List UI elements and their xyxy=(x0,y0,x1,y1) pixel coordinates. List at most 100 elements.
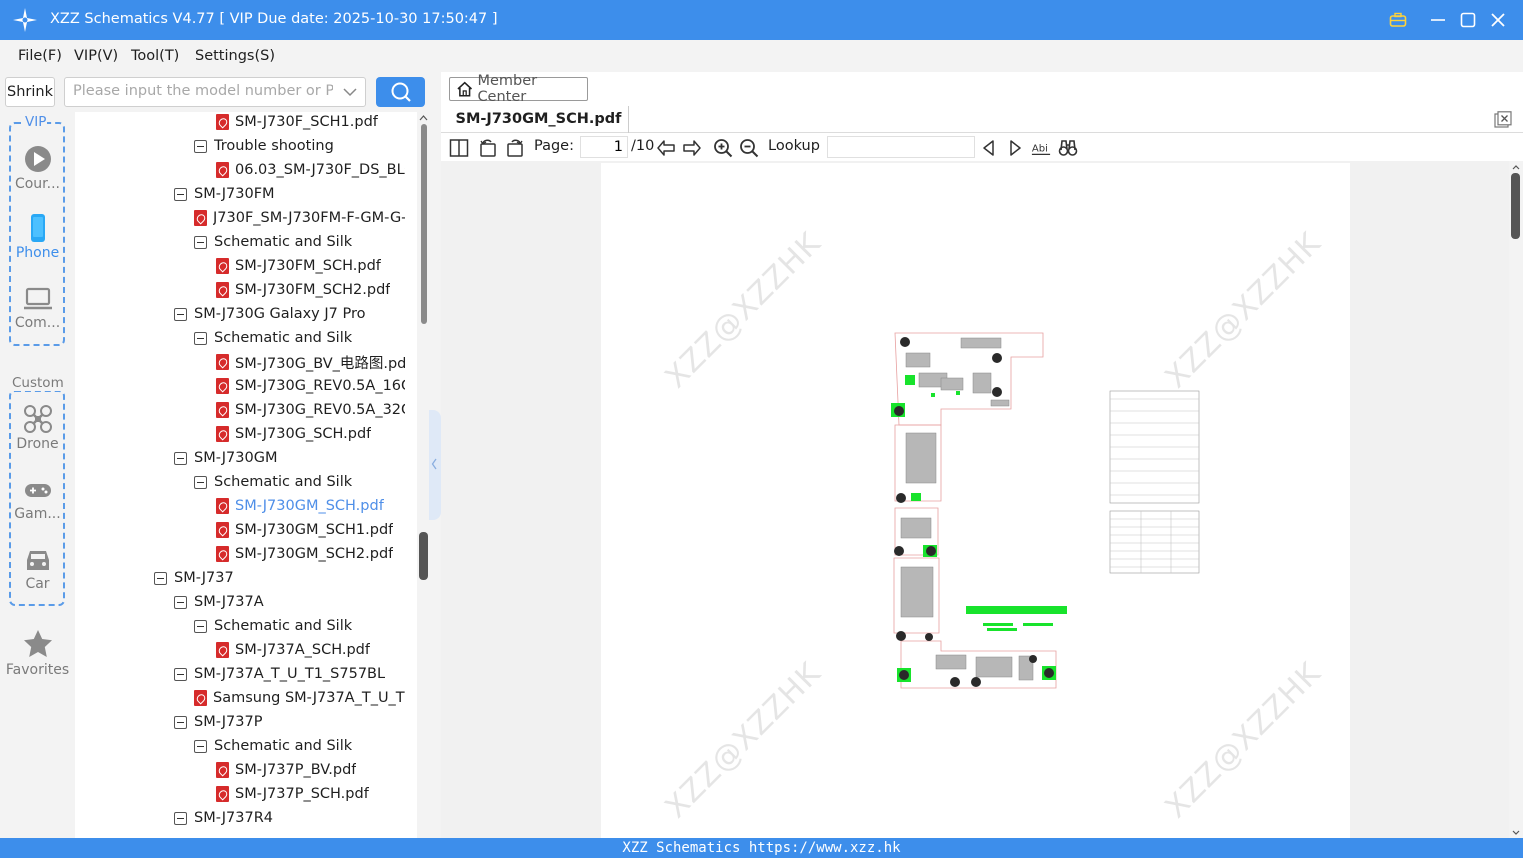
previous-page-icon[interactable] xyxy=(656,138,676,158)
collapse-toggle-icon[interactable] xyxy=(154,571,167,585)
search-input[interactable] xyxy=(73,83,333,99)
tree-folder-row[interactable]: SM-J737A_T_U_T1_S757BL xyxy=(174,662,405,686)
scroll-down-icon[interactable] xyxy=(1512,829,1520,836)
tree-folder-row[interactable]: SM-J737P xyxy=(174,710,405,734)
pdf-file-icon xyxy=(216,426,229,442)
collapse-panel-tab[interactable] xyxy=(429,410,441,520)
viewer-scrollbar-thumb[interactable] xyxy=(1511,173,1520,239)
two-page-view-icon[interactable] xyxy=(449,138,469,158)
shrink-button[interactable]: Shrink xyxy=(5,77,55,107)
briefcase-icon[interactable] xyxy=(1386,8,1410,32)
tree-scrollbar-thumb[interactable] xyxy=(421,124,427,324)
tree-folder-row[interactable]: SM-J737R4 xyxy=(174,806,405,830)
scroll-up-icon[interactable] xyxy=(1512,164,1520,171)
tree-file-row[interactable]: Samsung SM-J737A_T_U_T1_ xyxy=(194,686,405,710)
member-center-button[interactable]: Member Center xyxy=(449,73,588,105)
collapse-toggle-icon[interactable] xyxy=(174,811,187,825)
page-number-input[interactable] xyxy=(580,136,628,158)
menu-settings[interactable]: Settings(S) xyxy=(195,48,275,64)
tree-file-row[interactable]: SM-J730F_SCH1.pdf xyxy=(216,112,405,134)
rail-item-computer[interactable]: Com... xyxy=(0,285,75,331)
tree-scrollbar-thumb-secondary[interactable] xyxy=(419,532,428,580)
model-search-box[interactable] xyxy=(64,77,366,107)
tree-file-row[interactable]: 06.03_SM-J730F_DS_BLOCK xyxy=(216,158,405,182)
collapse-toggle-icon[interactable] xyxy=(174,307,187,321)
match-case-icon[interactable]: Abi xyxy=(1031,138,1051,158)
pdf-page[interactable]: XZZ@XZZHK XZZ@XZZHK XZZ@XZZHK XZZ@XZZHK xyxy=(601,163,1350,838)
collapse-toggle-icon[interactable] xyxy=(194,739,207,753)
rail-item-favorites[interactable]: Favorites xyxy=(0,628,75,678)
tree-file-row[interactable]: SM-J730GM_SCH2.pdf xyxy=(216,542,405,566)
tree-file-row[interactable]: SM-J737A_SCH.pdf xyxy=(216,638,405,662)
tree-folder-row[interactable]: Schematic and Silk xyxy=(194,734,405,758)
collapse-toggle-icon[interactable] xyxy=(174,187,187,201)
collapse-toggle-icon[interactable] xyxy=(174,595,187,609)
tree-folder-row[interactable]: Schematic and Silk xyxy=(194,326,405,350)
tree-item-label: SM-J737A xyxy=(194,594,264,610)
find-binoculars-icon[interactable] xyxy=(1058,138,1078,158)
lookup-input[interactable] xyxy=(827,136,975,158)
tree-folder-row[interactable]: Trouble shooting xyxy=(194,134,405,158)
pdf-file-icon xyxy=(216,162,229,178)
rail-item-drone[interactable]: Drone xyxy=(0,404,75,452)
page-label: Page: xyxy=(534,138,574,154)
maximize-button[interactable] xyxy=(1456,8,1480,32)
tree-file-row[interactable]: SM-J737P_BV.pdf xyxy=(216,758,405,782)
tree-file-row[interactable]: SM-J730FM_SCH2.pdf xyxy=(216,278,405,302)
menu-file[interactable]: File(F) xyxy=(18,48,62,64)
collapse-toggle-icon[interactable] xyxy=(174,451,187,465)
tree-file-row[interactable]: SM-J730G_SCH.pdf xyxy=(216,422,405,446)
collapse-toggle-icon[interactable] xyxy=(194,475,207,489)
collapse-toggle-icon[interactable] xyxy=(194,235,207,249)
zoom-out-icon[interactable] xyxy=(739,138,759,158)
tree-folder-row[interactable]: Schematic and Silk xyxy=(194,470,405,494)
next-page-icon[interactable] xyxy=(682,138,702,158)
minimize-button[interactable] xyxy=(1426,8,1450,32)
find-next-icon[interactable] xyxy=(1005,138,1025,158)
rail-item-label: Gam... xyxy=(14,506,61,522)
tree-item-label: SM-J737 xyxy=(174,570,234,586)
pdf-viewer[interactable]: XZZ@XZZHK XZZ@XZZHK XZZ@XZZHK XZZ@XZZHK xyxy=(441,161,1509,838)
tree-file-row[interactable]: J730F_SM-J730FM-F-GM-G-K xyxy=(194,206,405,230)
tree-folder-row[interactable]: SM-J730GM xyxy=(174,446,405,470)
viewer-scrollbar[interactable] xyxy=(1509,161,1523,838)
tree-folder-row[interactable]: SM-J737 xyxy=(154,566,405,590)
rail-item-games[interactable]: Gam... xyxy=(0,476,75,522)
collapse-toggle-icon[interactable] xyxy=(174,715,187,729)
search-button[interactable] xyxy=(376,77,425,107)
tree-file-row[interactable]: SM-J737P_SCH.pdf xyxy=(216,782,405,806)
tree-file-row[interactable]: SM-J730GM_SCH.pdf xyxy=(216,494,405,518)
tree-item-label: SM-J730FM xyxy=(194,186,275,202)
tree-file-row[interactable]: SM-J730FM_SCH.pdf xyxy=(216,254,405,278)
tree-file-row[interactable]: SM-J730G_REV0.5A_32GB_ xyxy=(216,398,405,422)
collapse-toggle-icon[interactable] xyxy=(194,619,207,633)
scroll-up-icon[interactable] xyxy=(419,114,428,122)
chevron-down-icon[interactable] xyxy=(343,85,357,99)
close-button[interactable] xyxy=(1486,8,1510,32)
title-bar: XZZ Schematics V4.77 [ VIP Due date: 202… xyxy=(0,0,1523,40)
collapse-toggle-icon[interactable] xyxy=(194,331,207,345)
pdf-file-icon xyxy=(194,690,207,706)
zoom-in-icon[interactable] xyxy=(713,138,733,158)
tree-folder-row[interactable]: SM-J730FM xyxy=(174,182,405,206)
tree-file-row[interactable]: SM-J730G_BV_电路图.pdf xyxy=(216,350,405,374)
rail-item-phone[interactable]: Phone xyxy=(0,213,75,261)
tree-folder-row[interactable]: Schematic and Silk xyxy=(194,230,405,254)
tree-folder-row[interactable]: Schematic and Silk xyxy=(194,614,405,638)
tree-item-label: SM-J737P_BV.pdf xyxy=(235,762,357,778)
collapse-toggle-icon[interactable] xyxy=(174,667,187,681)
tree-folder-row[interactable]: SM-J730G Galaxy J7 Pro xyxy=(174,302,405,326)
menu-tool[interactable]: Tool(T) xyxy=(131,48,179,64)
tree-file-row[interactable]: SM-J730GM_SCH1.pdf xyxy=(216,518,405,542)
close-tab-icon[interactable] xyxy=(1494,111,1512,128)
rail-item-car[interactable]: Car xyxy=(0,546,75,592)
tree-folder-row[interactable]: SM-J737A xyxy=(174,590,405,614)
rotate-left-icon[interactable] xyxy=(478,138,498,158)
rotate-right-icon[interactable] xyxy=(505,138,525,158)
find-previous-icon[interactable] xyxy=(979,138,999,158)
tree-file-row[interactable]: SM-J730G_REV0.5A_16GB_ xyxy=(216,374,405,398)
collapse-toggle-icon[interactable] xyxy=(194,139,207,153)
rail-item-courses[interactable]: Cour... xyxy=(0,144,75,192)
tab-document[interactable]: SM-J730GM_SCH.pdf xyxy=(449,106,629,133)
menu-vip[interactable]: VIP(V) xyxy=(74,48,118,64)
